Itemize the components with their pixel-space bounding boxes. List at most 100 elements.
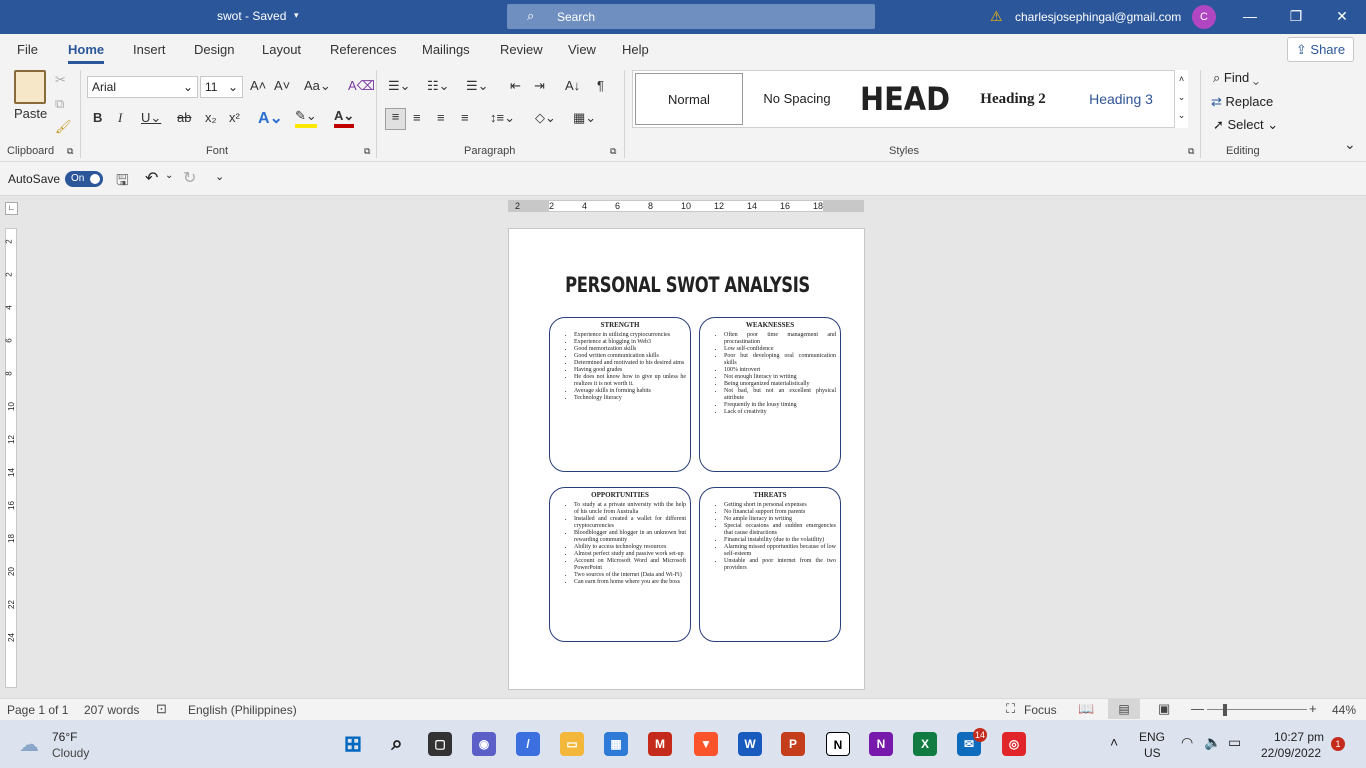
tab-view[interactable]: View (568, 42, 596, 57)
dialog-launcher-icon[interactable]: ⧉ (67, 146, 73, 157)
store-icon[interactable]: ▦ (604, 732, 628, 756)
excel-icon[interactable]: X (913, 732, 937, 756)
account-email[interactable]: charlesjosephingal@gmail.com (1015, 10, 1181, 24)
restore-icon[interactable]: ❐ (1286, 8, 1306, 25)
font-size-input[interactable]: 11 ⌄ (200, 76, 243, 98)
zoom-out-icon[interactable]: — (1191, 701, 1204, 716)
task-view-icon[interactable]: ▢ (428, 732, 452, 756)
style-heading-2[interactable]: Heading 2 (959, 71, 1067, 127)
minimize-icon[interactable]: — (1240, 8, 1260, 24)
style-heading-3[interactable]: Heading 3 (1067, 71, 1175, 127)
volume-icon[interactable]: 🔈 (1204, 734, 1221, 751)
document-page[interactable]: PERSONAL SWOT ANALYSIS STRENGTH Experien… (508, 228, 865, 690)
dialog-launcher-icon[interactable]: ⧉ (610, 146, 616, 157)
style-heading-1[interactable]: HEAD (856, 71, 953, 127)
tab-help[interactable]: Help (622, 42, 649, 57)
zoom-slider[interactable] (1207, 709, 1307, 710)
wifi-icon[interactable]: ◠ (1181, 734, 1193, 751)
editor-app-icon[interactable]: / (516, 732, 540, 756)
grow-font-icon[interactable]: A˄ (250, 78, 266, 93)
clock-time[interactable]: 10:27 pm (1274, 730, 1324, 744)
read-mode-icon[interactable]: 📖 (1078, 701, 1094, 717)
weather-temp[interactable]: 76°F (52, 730, 77, 744)
warning-icon[interactable]: ⚠ (990, 8, 1003, 25)
tab-mailings[interactable]: Mailings (422, 42, 470, 57)
bullets-icon[interactable]: ☰⌄ (388, 78, 411, 94)
zoom-in-icon[interactable]: + (1309, 701, 1317, 716)
chat-icon[interactable]: ◉ (472, 732, 496, 756)
clear-formatting-icon[interactable]: A⌫ (348, 78, 375, 94)
weather-desc[interactable]: Cloudy (52, 746, 89, 760)
replace-button[interactable]: ⇄ Replace (1211, 94, 1273, 110)
customize-toolbar-icon[interactable]: ⌄ (215, 170, 224, 183)
subscript-icon[interactable]: x₂ (205, 110, 217, 125)
font-color-icon[interactable]: A⌄ (334, 108, 355, 128)
dialog-launcher-icon[interactable]: ⧉ (364, 146, 370, 157)
decrease-indent-icon[interactable]: ⇤ (510, 78, 521, 94)
vertical-ruler[interactable]: 2 2 4 6 8 10 12 14 16 18 20 22 24 (5, 228, 17, 688)
tab-insert[interactable]: Insert (133, 42, 166, 57)
share-button[interactable]: ⇪ Share (1287, 37, 1354, 62)
chevron-down-icon[interactable]: ▾ (294, 10, 299, 21)
document-workspace[interactable]: ∟ 2 2 4 6 8 10 12 14 16 18 2 2 4 6 8 10 12 14 16 18 20 22 24 … (0, 196, 1366, 698)
notion-icon[interactable]: N (826, 732, 850, 756)
word-icon[interactable]: W (738, 732, 762, 756)
undo-icon[interactable]: ↶ (145, 168, 158, 188)
clock-date[interactable]: 22/09/2022 (1261, 746, 1321, 760)
borders-icon[interactable]: ▦⌄ (573, 110, 596, 126)
tab-file[interactable]: File (17, 42, 38, 57)
underline-icon[interactable]: U⌄ (141, 110, 161, 126)
notification-badge[interactable]: 1 (1331, 737, 1345, 751)
dialog-launcher-icon[interactable]: ⧉ (1188, 146, 1194, 157)
change-case-icon[interactable]: Aa⌄ (304, 78, 331, 94)
shield-icon[interactable]: M (648, 732, 672, 756)
search-icon[interactable]: ⌕ (385, 732, 409, 756)
shrink-font-icon[interactable]: A˅ (274, 78, 290, 93)
tab-selector-icon[interactable]: ∟ (5, 202, 18, 215)
superscript-icon[interactable]: x² (229, 110, 240, 125)
copy-icon[interactable]: ⧉ (55, 96, 64, 112)
language-indicator[interactable]: English (Philippines) (188, 703, 297, 717)
numbering-icon[interactable]: ☷⌄ (427, 78, 450, 94)
redo-icon[interactable]: ↻ (183, 168, 196, 188)
paste-icon[interactable] (14, 70, 46, 104)
shading-icon[interactable]: ◇⌄ (535, 110, 556, 126)
proofing-icon[interactable]: ⊡ (156, 701, 167, 717)
font-name-input[interactable]: Arial ⌄ (87, 76, 198, 98)
zoom-slider-thumb[interactable] (1223, 704, 1227, 716)
zoom-level[interactable]: 44% (1332, 703, 1356, 717)
focus-icon[interactable]: ⛶ (1006, 701, 1015, 717)
find-button[interactable]: ⌕ Find ⌄ (1213, 70, 1259, 86)
strikethrough-icon[interactable]: ab (177, 110, 191, 125)
avatar[interactable]: C (1192, 5, 1216, 29)
style-no-spacing[interactable]: No Spacing (743, 71, 851, 127)
web-layout-icon[interactable]: ▣ (1158, 701, 1170, 717)
line-spacing-icon[interactable]: ↕≡⌄ (490, 110, 515, 126)
close-icon[interactable]: ✕ (1332, 8, 1352, 25)
multilevel-list-icon[interactable]: ☰⌄ (466, 78, 489, 94)
word-count[interactable]: 207 words (84, 703, 139, 717)
paste-button[interactable]: Paste (14, 106, 47, 121)
tab-design[interactable]: Design (194, 42, 234, 57)
input-language[interactable]: ENG (1139, 730, 1165, 744)
start-icon[interactable]: ⊞ (341, 732, 365, 756)
input-region[interactable]: US (1144, 746, 1161, 760)
brave-browser-icon[interactable]: ▼ (694, 732, 718, 756)
sort-icon[interactable]: A↓ (565, 78, 580, 93)
print-layout-icon[interactable]: ▤ (1108, 699, 1140, 719)
justify-icon[interactable]: ≡ (461, 110, 469, 125)
tab-home[interactable]: Home (68, 42, 105, 64)
italic-icon[interactable]: I (118, 110, 122, 126)
select-button[interactable]: ➚ Select ⌄ (1213, 117, 1278, 133)
chevron-down-icon[interactable]: ⌄ (165, 170, 173, 181)
document-title[interactable]: swot - Saved (217, 9, 286, 23)
focus-button[interactable]: Focus (1024, 703, 1057, 717)
horizontal-ruler[interactable]: 2 2 4 6 8 10 12 14 16 18 (508, 200, 864, 212)
app-icon[interactable]: ◎ (1002, 732, 1026, 756)
powerpoint-icon[interactable]: P (781, 732, 805, 756)
style-normal[interactable]: Normal (635, 73, 743, 125)
folder-icon[interactable]: ▭ (560, 732, 584, 756)
tab-review[interactable]: Review (500, 42, 543, 57)
increase-indent-icon[interactable]: ⇥ (534, 78, 545, 94)
styles-scroll[interactable]: ˄ ⌄ ⌄ (1174, 70, 1188, 128)
